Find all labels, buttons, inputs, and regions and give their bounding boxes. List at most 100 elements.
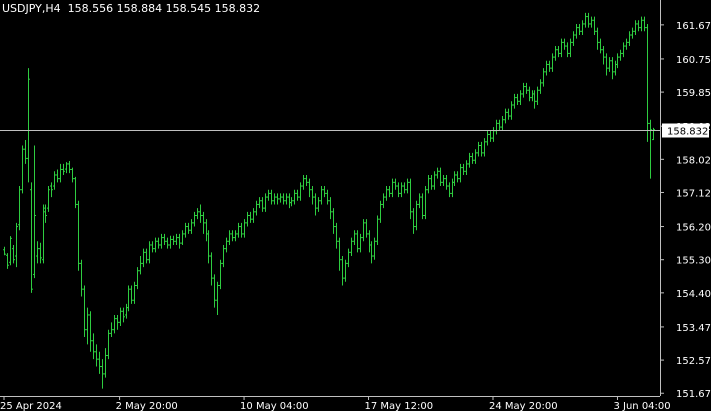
ohlc-bar <box>151 241 154 253</box>
ohlc-bar <box>9 236 12 266</box>
ohlc-bar <box>557 46 560 58</box>
ohlc-bar <box>33 145 36 279</box>
ohlc-bar <box>243 219 246 238</box>
ohlc-bar <box>53 171 56 190</box>
ohlc-bar <box>572 31 575 47</box>
ohlc-bar <box>12 244 15 264</box>
ohlc-bar <box>566 42 569 58</box>
ohlc-bar <box>468 152 471 168</box>
ohlc-bar <box>279 193 282 203</box>
ohlc-bar <box>397 182 400 198</box>
ohlc-bar <box>350 237 353 257</box>
ohlc-bar <box>643 16 646 32</box>
ohlc-bar <box>451 178 454 198</box>
ohlc-bar <box>649 119 652 179</box>
ohlc-bar <box>86 307 89 345</box>
ohlc-bar <box>293 189 296 205</box>
ohlc-bar <box>501 116 504 131</box>
ohlc-bar <box>237 222 240 238</box>
price-chart[interactable]: 161.675160.750159.850158.925158.025157.1… <box>0 0 711 411</box>
ohlc-bar <box>388 186 391 198</box>
ohlc-bar <box>181 230 184 245</box>
ohlc-bar <box>625 38 628 50</box>
ohlc-bar <box>492 127 495 142</box>
ohlc-bar <box>127 285 130 312</box>
ohlc-bar <box>113 314 116 334</box>
ohlc-bar <box>305 174 308 187</box>
ohlc-bar <box>92 333 95 360</box>
ohlc-bar <box>362 219 365 242</box>
ohlc-bar <box>593 16 596 35</box>
ohlc-bar <box>442 174 445 187</box>
ohlc-bar <box>252 208 255 223</box>
ohlc-bar <box>175 233 178 245</box>
ohlc-bar <box>382 193 385 209</box>
ohlc-bar <box>504 108 507 124</box>
ohlc-bar <box>489 130 492 142</box>
y-tick-label: 160.750 <box>676 55 711 66</box>
ohlc-bar <box>462 163 465 175</box>
ohlc-bar <box>465 160 468 175</box>
ohlc-bar <box>575 23 578 39</box>
ohlc-bar <box>133 281 136 304</box>
ohlc-bar <box>602 46 605 65</box>
ohlc-bar <box>62 163 65 175</box>
ohlc-bar <box>522 82 525 98</box>
ohlc-bar <box>587 12 590 28</box>
ohlc-bar <box>652 127 655 141</box>
ohlc-bar <box>495 119 498 135</box>
ohlc-bar <box>288 193 291 209</box>
ohlc-bar <box>391 178 394 198</box>
ohlc-bar <box>356 230 359 253</box>
ohlc-bar <box>332 208 335 234</box>
ohlc-bar <box>18 186 21 231</box>
ohlc-bar <box>430 174 433 190</box>
ohlc-bar <box>240 222 243 238</box>
ohlc-bar <box>178 233 181 249</box>
ohlc-bar <box>453 171 456 187</box>
ohlc-bar <box>412 208 415 234</box>
ohlc-bar <box>611 57 614 80</box>
ohlc-bar <box>139 256 142 275</box>
ohlc-bar <box>193 211 196 227</box>
ohlc-bar <box>581 20 584 35</box>
ohlc-bar <box>125 303 128 319</box>
ohlc-bar <box>320 186 323 205</box>
ohlc-bar <box>77 200 80 271</box>
y-tick-label: 154.400 <box>676 289 711 300</box>
ohlc-bar <box>323 186 326 198</box>
ohlc-bar <box>338 237 341 271</box>
ohlc-bar <box>445 174 448 190</box>
current-price-label: 158.832 <box>667 127 708 138</box>
ohlc-bar <box>608 57 611 72</box>
ohlc-bar <box>116 314 119 330</box>
ohlc-bar <box>296 189 299 201</box>
ohlc-bar <box>471 152 474 164</box>
ohlc-bar <box>228 230 231 245</box>
ohlc-bar <box>385 186 388 201</box>
axes-layer: 161.675160.750159.850158.925158.025157.1… <box>0 0 711 411</box>
ohlc-bar <box>631 27 634 39</box>
ohlc-bar <box>219 259 222 290</box>
ohlc-bar <box>370 241 373 264</box>
ohlc-bar <box>599 38 602 54</box>
ohlc-bar <box>264 193 267 212</box>
ohlc-bar <box>276 193 279 205</box>
ohlc-bar <box>231 230 234 242</box>
ohlc-bar <box>359 233 362 253</box>
ohlc-bar <box>98 351 101 374</box>
ohlc-bar <box>628 31 631 47</box>
ohlc-bar <box>394 178 397 190</box>
y-tick-label: 158.025 <box>676 155 711 166</box>
ohlc-bar <box>513 93 516 109</box>
ohlc-bar <box>282 193 285 205</box>
ohlc-bar <box>6 253 9 269</box>
ohlc-bar <box>311 186 314 205</box>
ohlc-bar <box>205 219 208 242</box>
ohlc-bar <box>107 329 110 360</box>
ohlc-bar <box>415 200 418 231</box>
ohlc-bar <box>314 193 317 216</box>
ohlc-bar <box>528 86 531 102</box>
ohlc-bar <box>486 130 489 146</box>
ohlc-bar <box>614 60 617 76</box>
